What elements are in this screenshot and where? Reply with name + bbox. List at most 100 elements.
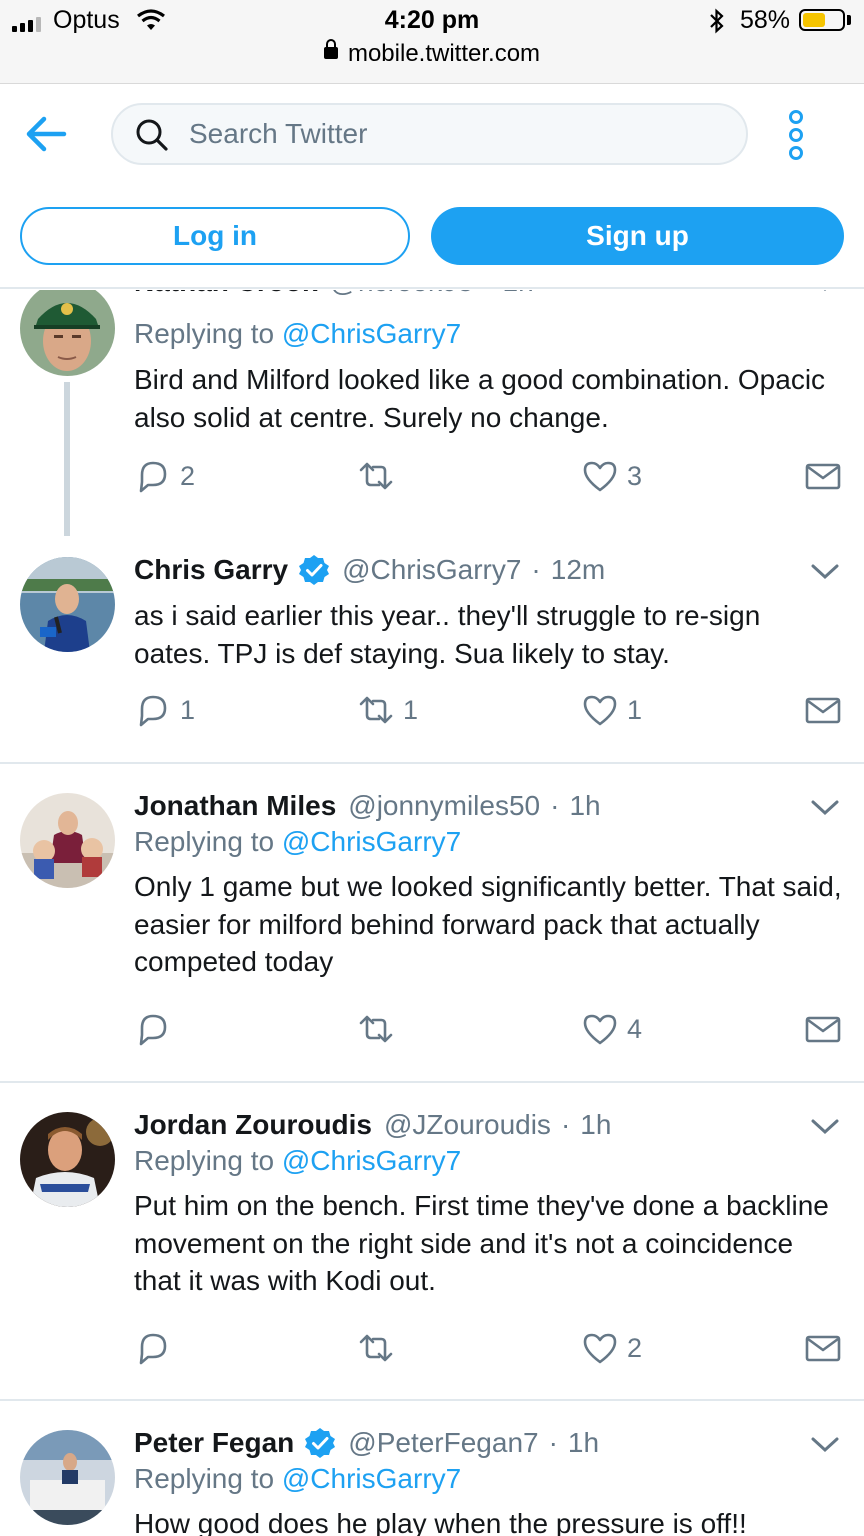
address-bar[interactable]: mobile.twitter.com (0, 38, 864, 68)
replying-to-label: Replying to (134, 1145, 275, 1176)
lock-icon (323, 38, 338, 59)
reply-button[interactable]: 2 (134, 454, 195, 498)
tweet-text: How good does he play when the pressure … (134, 1508, 747, 1536)
avatar[interactable] (20, 557, 115, 652)
search-box[interactable] (111, 103, 748, 165)
like-button[interactable]: 4 (581, 1007, 642, 1051)
chevron-down-icon[interactable] (810, 1117, 840, 1137)
display-name[interactable]: Jordan Zouroudis (134, 1109, 372, 1141)
like-count: 2 (627, 1332, 643, 1363)
direct-message-icon (805, 697, 841, 724)
direct-message-button[interactable] (804, 1007, 842, 1051)
tweet-text: as i said earlier this year.. they'll st… (134, 600, 761, 669)
retweet-button[interactable] (357, 1326, 403, 1370)
timestamp[interactable]: 1h (568, 1427, 599, 1459)
login-button[interactable]: Log in (20, 207, 410, 265)
search-input[interactable] (189, 105, 729, 163)
tweet-jordan-zouroudis[interactable]: Jordan Zouroudis @JZouroudis · 1h Replyi… (0, 1085, 864, 1401)
mention-link[interactable]: @ChrisGarry7 (282, 1463, 461, 1494)
like-count: 3 (627, 460, 643, 491)
direct-message-icon (805, 463, 841, 490)
battery-icon (799, 9, 845, 31)
tweet-header: Peter Fegan @PeterFegan7 · 1h (134, 1425, 599, 1461)
avatar[interactable] (20, 1112, 115, 1207)
tweet-nathan-crook[interactable]: Nathan Crook @ncrook93 · 1h Replying to … (0, 290, 864, 536)
tweet-text: Bird and Milford looked like a good comb… (134, 364, 826, 433)
timestamp[interactable]: 1h (503, 290, 534, 298)
like-button[interactable]: 1 (581, 688, 642, 732)
like-button[interactable]: 3 (581, 454, 642, 498)
clock: 4:20 pm (384, 6, 480, 34)
more-options-icon[interactable] (782, 110, 810, 162)
twitter-header: Log in Sign up (0, 84, 864, 289)
reply-count: 2 (180, 460, 196, 491)
separator-dot: · (483, 290, 492, 298)
replying-to-label: Replying to (134, 826, 275, 857)
retweet-button[interactable] (357, 1007, 403, 1051)
tweet-text: Put him on the bench. First time they've… (134, 1190, 829, 1296)
like-icon (583, 461, 617, 492)
mention-link[interactable]: @ChrisGarry7 (282, 318, 461, 349)
replying-to: Replying to @ChrisGarry7 (134, 1463, 461, 1495)
retweet-count: 1 (403, 694, 419, 725)
username[interactable]: @jonnymiles50 (348, 790, 540, 822)
ios-status-bar: Optus 4:20 pm 58% mobile.twitter.com (0, 0, 864, 84)
separator-dot: · (531, 554, 541, 585)
replying-to-label: Replying to (134, 1463, 275, 1494)
like-icon (583, 695, 617, 726)
verified-badge-icon (299, 555, 330, 585)
tweet-header: Chris Garry @ChrisGarry7 · 12m (134, 552, 605, 588)
avatar[interactable] (20, 1430, 115, 1525)
display-name[interactable]: Peter Fegan (134, 1427, 294, 1459)
tweet-chris-garry[interactable]: Chris Garry @ChrisGarry7 · 12m as i said… (0, 520, 864, 764)
reply-button[interactable]: 1 (134, 688, 195, 732)
replying-to: Replying to @ChrisGarry7 (134, 318, 461, 350)
tweet-header: Jonathan Miles @jonnymiles50 · 1h (134, 788, 601, 824)
avatar[interactable] (20, 793, 115, 888)
separator-dot: · (560, 1109, 571, 1140)
signup-button[interactable]: Sign up (431, 207, 844, 265)
username[interactable]: @PeterFegan7 (348, 1427, 538, 1459)
username[interactable]: @ChrisGarry7 (342, 554, 521, 586)
separator-dot: · (550, 790, 560, 821)
avatar[interactable] (20, 290, 115, 376)
tweet-actions: 4 (0, 1007, 864, 1051)
tweet-header: Jordan Zouroudis @JZouroudis · 1h (134, 1107, 611, 1143)
mention-link[interactable]: @ChrisGarry7 (282, 826, 461, 857)
timestamp[interactable]: 1h (569, 790, 600, 822)
display-name[interactable]: Chris Garry (134, 554, 288, 586)
tweet-peter-fegan[interactable]: Peter Fegan @PeterFegan7 · 1h Replying t… (0, 1403, 864, 1536)
tweet-header: Nathan Crook @ncrook93 · 1h (134, 290, 534, 300)
direct-message-button[interactable] (804, 1326, 842, 1370)
chevron-down-icon[interactable] (810, 798, 840, 818)
reply-icon (139, 461, 167, 493)
display-name[interactable]: Jonathan Miles (134, 790, 336, 822)
direct-message-button[interactable] (804, 454, 842, 498)
replying-to: Replying to @ChrisGarry7 (134, 1145, 461, 1177)
username[interactable]: @ncrook93 (330, 290, 474, 298)
like-button[interactable]: 2 (581, 1326, 642, 1370)
chevron-down-icon[interactable] (810, 1435, 840, 1455)
chevron-down-icon[interactable] (810, 290, 840, 294)
username[interactable]: @JZouroudis (384, 1109, 551, 1141)
battery-percent: 58% (740, 6, 791, 34)
timestamp[interactable]: 1h (580, 1109, 611, 1141)
direct-message-button[interactable] (804, 688, 842, 732)
retweet-icon (359, 696, 393, 724)
direct-message-icon (805, 1335, 841, 1362)
chevron-down-icon[interactable] (810, 562, 840, 582)
replying-to: Replying to @ChrisGarry7 (134, 826, 461, 858)
reply-icon (139, 1014, 167, 1046)
like-count: 1 (627, 694, 643, 725)
retweet-button[interactable] (357, 454, 403, 498)
reply-button[interactable] (134, 1007, 180, 1051)
retweet-button[interactable]: 1 (357, 688, 418, 732)
display-name[interactable]: Nathan Crook (134, 290, 318, 298)
tweet-jonathan-miles[interactable]: Jonathan Miles @jonnymiles50 · 1h Replyi… (0, 766, 864, 1083)
reply-button[interactable] (134, 1326, 180, 1370)
retweet-icon (359, 462, 393, 490)
reply-feed: Nathan Crook @ncrook93 · 1h Replying to … (0, 290, 864, 1536)
back-arrow-icon[interactable] (22, 112, 70, 156)
timestamp[interactable]: 12m (551, 554, 605, 586)
mention-link[interactable]: @ChrisGarry7 (282, 1145, 461, 1176)
